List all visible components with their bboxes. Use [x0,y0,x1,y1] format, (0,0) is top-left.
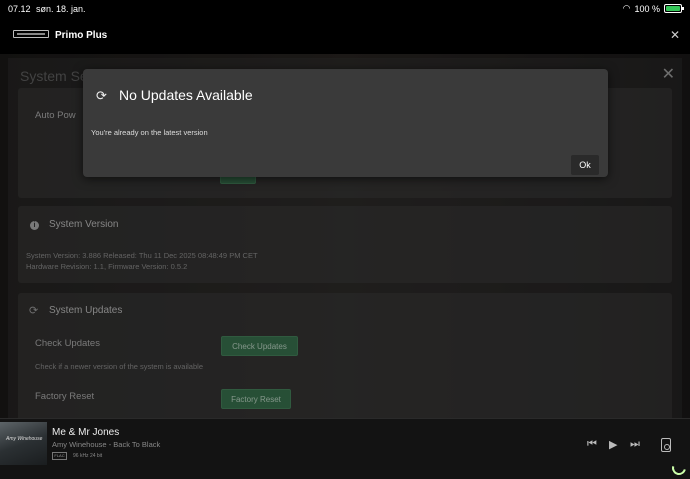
app-close-icon[interactable]: ✕ [670,28,680,42]
dialog-message: You're already on the latest version [91,128,208,137]
refresh-icon: ⟳ [96,88,107,103]
previous-icon[interactable]: ⏮ [587,438,597,451]
album-cover[interactable]: Amy Winehouse [0,422,47,465]
status-date: søn. 18. jan. [36,4,86,14]
play-icon[interactable]: ▶ [609,438,617,451]
battery-percent: 100 % [634,3,660,14]
next-icon[interactable]: ⏭ [630,438,640,451]
audio-spec: 96 kHz 24 bit [73,453,103,459]
cover-text: Amy Winehouse [6,436,43,442]
app-header: Primo Plus ✕ [0,20,690,54]
device-logo-icon [13,30,49,38]
speaker-icon[interactable] [661,438,671,452]
app-title: Primo Plus [55,30,108,41]
status-bar: 07.12 søn. 18. jan. ◠ 100 % [0,0,690,20]
status-time: 07.12 [8,4,31,14]
wifi-icon: ◠ [622,3,631,13]
track-title: Me & Mr Jones [52,427,120,438]
no-updates-dialog: ⟳ No Updates Available You're already on… [83,69,608,177]
loading-spinner-icon [669,458,689,478]
dialog-title: No Updates Available [119,87,253,103]
format-badge: FLAC [52,452,67,460]
status-right: ◠ 100 % [622,3,684,14]
ok-button[interactable]: Ok [571,155,599,175]
now-playing-bar: Amy Winehouse Me & Mr Jones Amy Winehous… [0,418,690,479]
battery-icon [664,4,684,13]
artist-album: Amy Winehouse - Back To Black [52,440,161,449]
